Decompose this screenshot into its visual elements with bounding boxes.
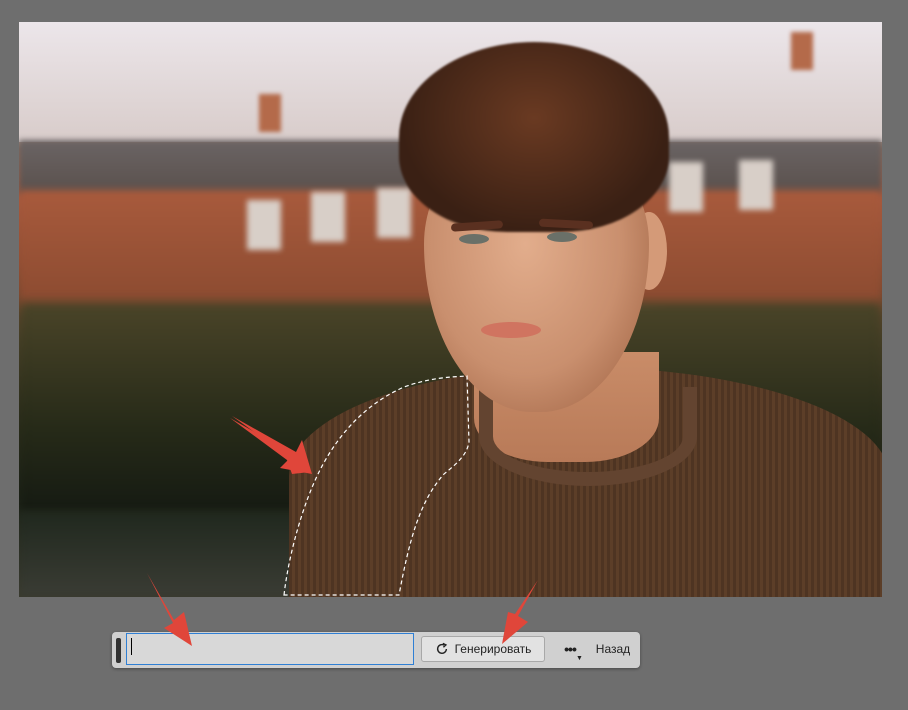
refresh-icon bbox=[436, 642, 447, 654]
generate-button[interactable]: Генерировать bbox=[421, 636, 545, 662]
text-caret bbox=[131, 638, 132, 655]
contextual-taskbar: Генерировать ••• ▼ Назад bbox=[112, 632, 640, 668]
canvas-image[interactable] bbox=[19, 22, 882, 597]
selection-marquee[interactable] bbox=[19, 22, 882, 597]
chevron-down-icon: ▼ bbox=[576, 655, 583, 662]
grip-handle-icon[interactable] bbox=[116, 638, 121, 663]
back-button[interactable]: Назад bbox=[590, 636, 636, 662]
generate-label: Генерировать bbox=[454, 642, 532, 656]
prompt-input[interactable] bbox=[126, 633, 414, 665]
